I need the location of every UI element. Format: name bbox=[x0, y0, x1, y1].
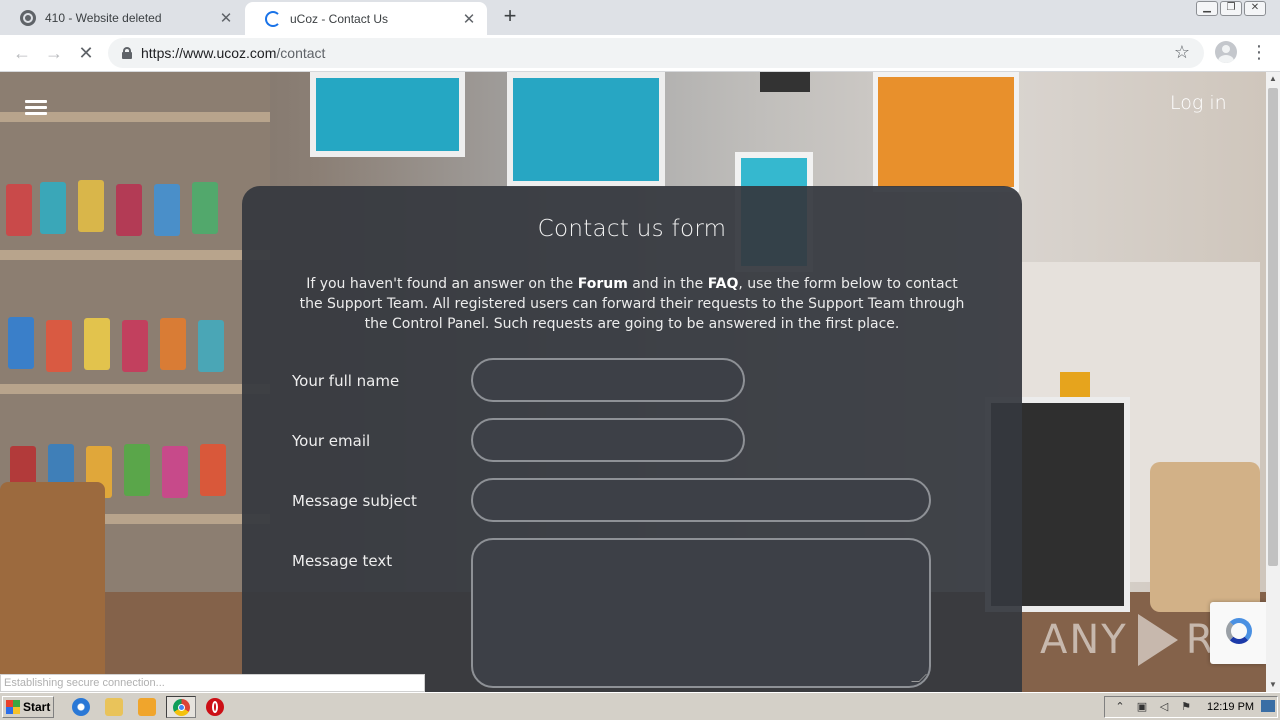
watermark-text: ANY bbox=[1040, 617, 1128, 663]
background-box bbox=[6, 184, 32, 236]
minimize-icon[interactable]: ▁ bbox=[1196, 1, 1218, 16]
tab-website-deleted[interactable]: 410 - Website deleted ✕ bbox=[0, 0, 244, 35]
background-art bbox=[507, 72, 665, 187]
message-label: Message text bbox=[292, 552, 393, 570]
restore-icon[interactable]: ❐ bbox=[1220, 1, 1242, 16]
stop-loading-icon[interactable]: ✕ bbox=[74, 41, 98, 65]
scrollbar-thumb[interactable] bbox=[1268, 88, 1278, 566]
internet-explorer-icon[interactable] bbox=[72, 698, 90, 716]
globe-icon bbox=[20, 9, 36, 26]
background-box bbox=[84, 318, 110, 370]
email-label: Your email bbox=[292, 432, 371, 450]
page-viewport: Log in Contact us form If you haven't fo… bbox=[0, 72, 1266, 692]
background-art bbox=[310, 72, 465, 157]
tab-close-icon[interactable]: ✕ bbox=[218, 9, 234, 27]
taskbar: Start ⌃ ▣ ◁ ⚑ 12:19 PM bbox=[0, 692, 1280, 720]
scroll-up-icon[interactable]: ▲ bbox=[1266, 72, 1280, 86]
background-box bbox=[8, 317, 34, 369]
background-box bbox=[46, 320, 72, 372]
forward-arrow-icon[interactable]: → bbox=[42, 41, 66, 65]
window-controls: ▁ ❐ ✕ bbox=[1196, 1, 1266, 16]
back-arrow-icon[interactable]: ← bbox=[10, 41, 34, 65]
form-title: Contact us form bbox=[537, 216, 727, 242]
scroll-down-icon[interactable]: ▼ bbox=[1266, 678, 1280, 692]
resize-handle-icon[interactable] bbox=[911, 674, 927, 682]
background-chair bbox=[1150, 462, 1260, 612]
url-path: /contact bbox=[276, 45, 326, 61]
tab-title: 410 - Website deleted bbox=[45, 10, 162, 25]
more-menu-icon[interactable]: ⋮ bbox=[1250, 41, 1268, 65]
form-intro: If you haven't found an answer on the Fo… bbox=[297, 274, 967, 334]
tab-title: uCoz - Contact Us bbox=[290, 12, 389, 26]
background-art bbox=[760, 72, 810, 92]
full-name-label: Your full name bbox=[292, 372, 400, 390]
flag-icon[interactable]: ⚑ bbox=[1179, 700, 1193, 714]
background-box bbox=[162, 446, 188, 498]
media-player-icon[interactable] bbox=[138, 698, 156, 716]
loading-spinner-icon bbox=[265, 11, 281, 27]
play-icon bbox=[1134, 612, 1180, 668]
forum-link[interactable]: Forum bbox=[578, 276, 628, 292]
start-button[interactable]: Start bbox=[2, 696, 54, 718]
clock[interactable]: 12:19 PM bbox=[1207, 701, 1254, 713]
intro-text: If you haven't found an answer on the bbox=[306, 276, 578, 292]
address-bar[interactable]: https://www.ucoz.com/contact ☆ bbox=[108, 38, 1204, 68]
recaptcha-badge[interactable] bbox=[1210, 602, 1266, 664]
tab-close-icon[interactable]: ✕ bbox=[461, 10, 477, 28]
status-bar: Establishing secure connection... bbox=[0, 674, 425, 692]
folder-icon[interactable] bbox=[105, 698, 123, 716]
background-box bbox=[40, 182, 66, 234]
background-shelf bbox=[0, 250, 270, 260]
tab-strip: 410 - Website deleted ✕ uCoz - Contact U… bbox=[0, 0, 1280, 36]
background-box bbox=[200, 444, 226, 496]
url-text[interactable]: https://www.ucoz.com/contact bbox=[141, 45, 325, 61]
intro-text: and in the bbox=[627, 276, 708, 292]
new-tab-button[interactable]: + bbox=[498, 5, 522, 29]
background-box bbox=[160, 318, 186, 370]
page-scrollbar[interactable]: ▲ ▼ bbox=[1266, 72, 1280, 692]
tab-contact-us[interactable]: uCoz - Contact Us ✕ bbox=[245, 2, 487, 36]
subject-label: Message subject bbox=[292, 492, 417, 510]
bookmark-star-icon[interactable]: ☆ bbox=[1174, 42, 1190, 63]
network-icon[interactable]: ▣ bbox=[1135, 700, 1149, 714]
background-box bbox=[122, 320, 148, 372]
show-desktop-icon[interactable] bbox=[1261, 700, 1275, 712]
browser-toolbar: ← → ✕ https://www.ucoz.com/contact ☆ ⋮ bbox=[0, 35, 1280, 72]
background-box bbox=[198, 320, 224, 372]
background-box bbox=[154, 184, 180, 236]
close-window-icon[interactable]: ✕ bbox=[1244, 1, 1266, 16]
full-name-input[interactable] bbox=[471, 358, 745, 402]
background-art bbox=[873, 72, 1019, 192]
contact-form-card: Contact us form If you haven't found an … bbox=[242, 186, 1022, 692]
hamburger-menu-icon[interactable] bbox=[25, 100, 47, 116]
message-textarea[interactable] bbox=[471, 538, 931, 688]
volume-icon[interactable]: ◁ bbox=[1157, 700, 1171, 714]
chrome-icon bbox=[173, 699, 190, 716]
recaptcha-icon bbox=[1226, 618, 1252, 644]
system-tray: ⌃ ▣ ◁ ⚑ 12:19 PM bbox=[1104, 696, 1278, 718]
faq-link[interactable]: FAQ bbox=[708, 276, 739, 292]
opera-icon[interactable] bbox=[206, 698, 224, 716]
background-box bbox=[78, 180, 104, 232]
show-hidden-icons-icon[interactable]: ⌃ bbox=[1113, 700, 1127, 714]
background-box bbox=[192, 182, 218, 234]
email-input[interactable] bbox=[471, 418, 745, 462]
subject-input[interactable] bbox=[471, 478, 931, 522]
profile-avatar-icon[interactable] bbox=[1215, 41, 1237, 63]
windows-logo-icon bbox=[6, 700, 20, 714]
background-stool bbox=[0, 482, 105, 692]
url-host: https://www.ucoz.com bbox=[141, 45, 277, 61]
background-box bbox=[124, 444, 150, 496]
background-shelf bbox=[0, 384, 270, 394]
background-box bbox=[116, 184, 142, 236]
lock-icon[interactable] bbox=[122, 47, 132, 59]
login-link[interactable]: Log in bbox=[1170, 92, 1227, 114]
start-label: Start bbox=[23, 700, 51, 714]
taskbar-chrome-button[interactable] bbox=[166, 696, 196, 718]
